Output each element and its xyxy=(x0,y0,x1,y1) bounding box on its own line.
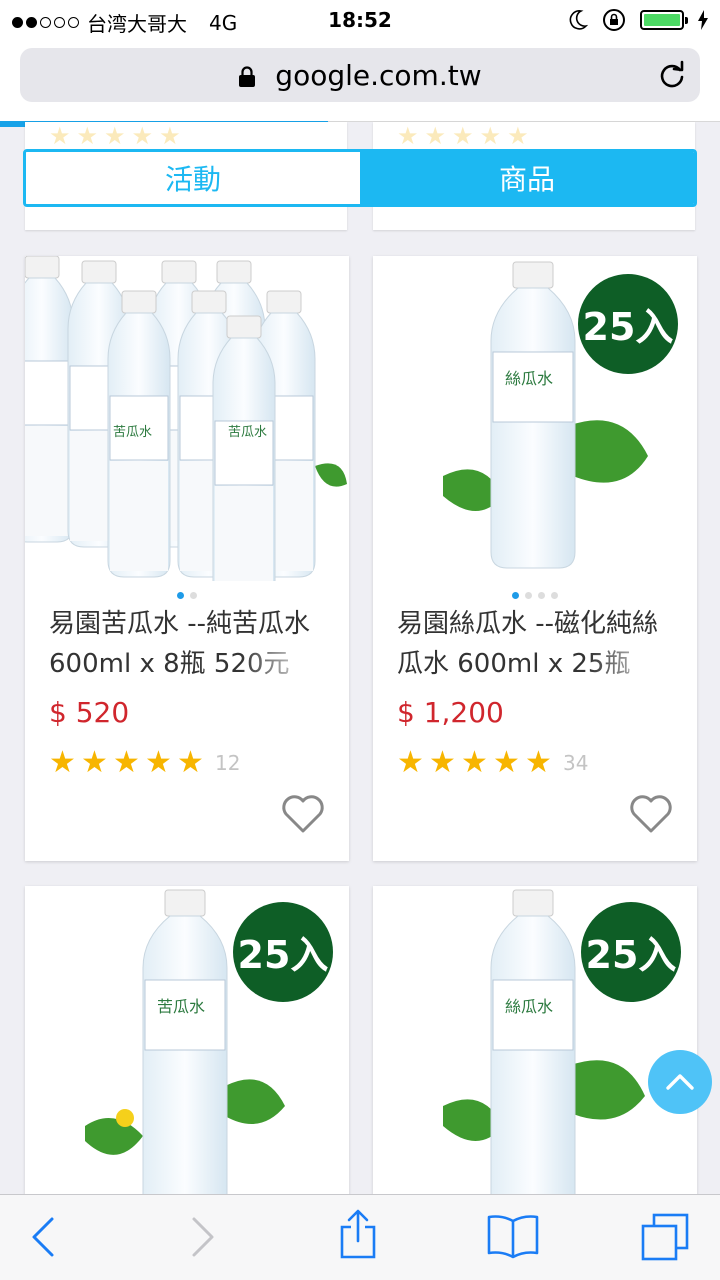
scroll-to-top-button[interactable] xyxy=(648,1050,712,1114)
chevron-up-icon xyxy=(666,1074,694,1090)
star-icon: ★ xyxy=(525,745,552,780)
share-icon[interactable] xyxy=(338,1209,378,1261)
lock-icon xyxy=(239,66,256,87)
favorite-heart-icon[interactable] xyxy=(629,794,673,834)
star-icon: ★ xyxy=(81,745,108,780)
quantity-badge: 25入 xyxy=(583,305,674,349)
address-bar[interactable]: google.com.tw xyxy=(20,48,700,102)
product-image[interactable]: 絲瓜水 25入 xyxy=(373,256,697,581)
browser-toolbar xyxy=(0,1194,720,1280)
product-price: $ 520 xyxy=(49,696,130,729)
browser-address-area: google.com.tw xyxy=(0,40,720,122)
star-icon: ★ xyxy=(493,745,520,780)
product-title[interactable]: 易園苦瓜水 --純苦瓜水 600ml x 8瓶 520元 xyxy=(49,604,331,682)
product-label-text: 苦瓜水 xyxy=(113,424,152,440)
product-card[interactable]: 苦瓜水 25入 xyxy=(25,886,349,1206)
review-count: 34 xyxy=(563,751,589,775)
product-image[interactable]: 苦瓜水 苦瓜水 xyxy=(25,256,349,581)
bookmarks-icon[interactable] xyxy=(486,1213,540,1259)
star-icon: ★ xyxy=(461,745,488,780)
product-title[interactable]: 易園絲瓜水 --磁化純絲瓜水 600ml x 25瓶 xyxy=(397,604,679,682)
product-card[interactable]: 絲瓜水 25入 xyxy=(373,886,697,1206)
review-count: 12 xyxy=(215,751,241,775)
product-rating: ★ ★ ★ ★ ★ 12 xyxy=(49,748,240,778)
star-icon: ★ xyxy=(113,745,140,780)
product-card[interactable]: 絲瓜水 25入 易園絲瓜水 --磁化純絲瓜水 600ml x 25瓶 $ 1,2… xyxy=(373,256,697,861)
star-icon: ★ xyxy=(145,745,172,780)
product-image[interactable]: 絲瓜水 25入 xyxy=(373,886,697,1206)
charging-icon xyxy=(698,10,708,30)
tab-products[interactable]: 商品 xyxy=(360,152,694,204)
product-label-text: 苦瓜水 xyxy=(157,997,205,1016)
reload-icon[interactable] xyxy=(658,60,686,90)
product-image[interactable]: 苦瓜水 25入 xyxy=(25,886,349,1206)
star-icon: ★ xyxy=(49,745,76,780)
back-icon[interactable] xyxy=(30,1215,56,1259)
product-label-text: 苦瓜水 xyxy=(228,424,267,440)
star-icon: ★ xyxy=(397,745,424,780)
product-rating: ★ ★ ★ ★ ★ 34 xyxy=(397,748,588,778)
battery-icon xyxy=(640,10,688,30)
product-label-text: 絲瓜水 xyxy=(505,369,553,388)
orientation-lock-icon xyxy=(603,9,625,31)
tab-label: 活動 xyxy=(164,163,221,196)
star-icon: ★ xyxy=(177,745,204,780)
view-switcher: 活動 商品 xyxy=(23,149,697,207)
tabs-icon[interactable] xyxy=(640,1213,690,1261)
favorite-heart-icon[interactable] xyxy=(281,794,325,834)
url-text: google.com.tw xyxy=(275,59,482,92)
tab-activities[interactable]: 活動 xyxy=(26,152,360,204)
star-icon: ★ xyxy=(429,745,456,780)
product-label-text: 絲瓜水 xyxy=(505,997,553,1016)
image-carousel-dots[interactable] xyxy=(373,592,697,599)
product-price: $ 1,200 xyxy=(397,696,504,729)
forward-icon[interactable] xyxy=(190,1215,216,1259)
product-card[interactable]: 苦瓜水 苦瓜水 易園苦瓜水 --純苦瓜水 600ml x 8瓶 520元 $ 5… xyxy=(25,256,349,861)
tab-label: 商品 xyxy=(498,163,555,196)
quantity-badge: 25入 xyxy=(586,933,677,977)
status-bar: 台湾大哥大 4G 18:52 xyxy=(0,0,720,40)
moon-icon xyxy=(569,10,588,30)
image-carousel-dots[interactable] xyxy=(25,592,349,599)
quantity-badge: 25入 xyxy=(238,933,329,977)
